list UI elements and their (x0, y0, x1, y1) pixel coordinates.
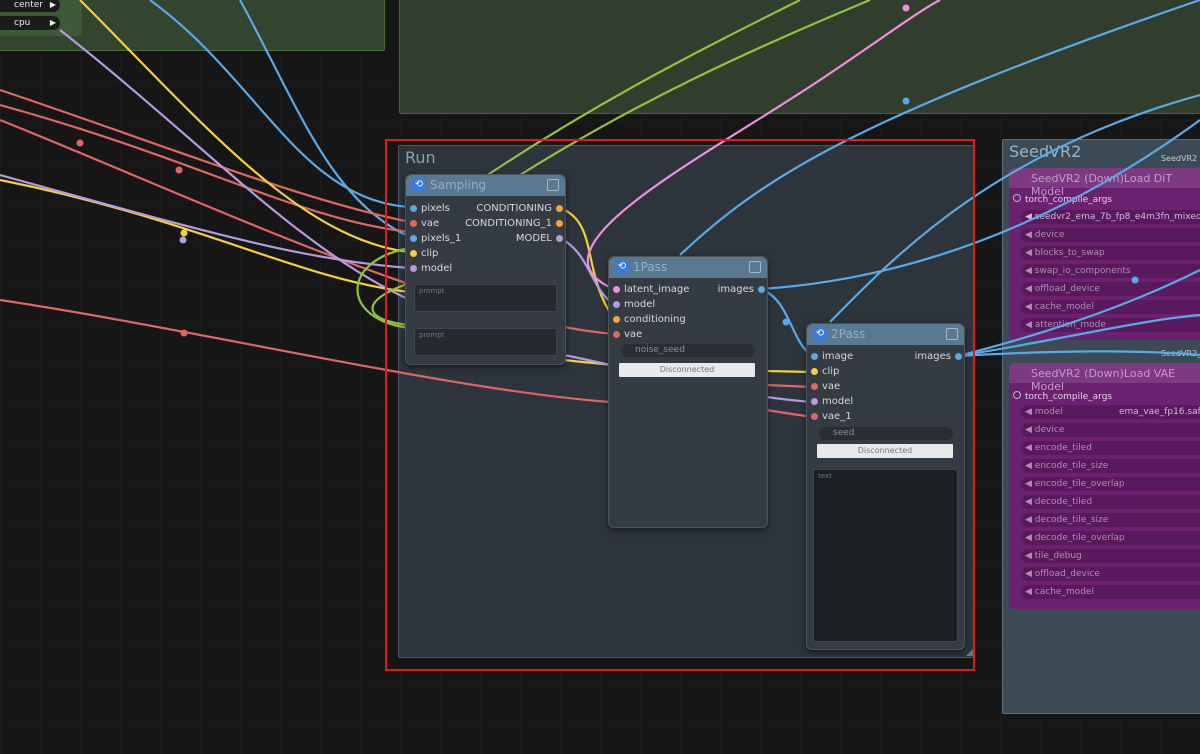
pass1-disconnected-status: Disconnected (619, 363, 755, 377)
pass1-output-images[interactable]: images (718, 284, 765, 296)
sampling-node[interactable]: ⟲ Sampling pixels vae pixels_1 clip mode… (405, 174, 566, 365)
pass2-output-images[interactable]: images (915, 351, 962, 363)
subgraph-icon: ⟲ (813, 327, 827, 341)
pass1-input-latent-image[interactable]: latent_image (613, 284, 689, 296)
sampling-output-conditioning[interactable]: CONDITIONING (476, 203, 563, 215)
pass1-node[interactable]: ⟲ 1Pass latent_image model conditioning … (608, 256, 768, 528)
slot-label: image (822, 351, 854, 362)
text-textarea[interactable]: text (813, 469, 958, 642)
slot-label: images (914, 351, 951, 362)
pass2-header[interactable]: ⟲ 2Pass (807, 324, 964, 345)
pass2-node[interactable]: ⟲ 2Pass image clip vae model vae_1 image… (806, 323, 965, 650)
slot-label: model (624, 299, 656, 310)
slot-label: MODEL (515, 233, 552, 244)
pass2-input-vae[interactable]: vae (811, 381, 840, 393)
link-red (0, 103, 411, 234)
link-blue (149, 0, 411, 209)
slot-label: clip (822, 366, 840, 377)
slot-label: CONDITIONING_1 (465, 218, 552, 229)
slot-label: vae (624, 329, 643, 340)
expand-icon[interactable] (749, 261, 761, 273)
sampling-input-model[interactable]: model (410, 263, 452, 275)
slot-label: pixels (421, 203, 450, 214)
sampling-input-pixels1[interactable]: pixels_1 (410, 233, 461, 245)
pass2-title: 2Pass (831, 327, 866, 341)
sampling-output-conditioning1[interactable]: CONDITIONING_1 (465, 218, 563, 230)
slot-label: model (421, 263, 453, 274)
link-blue (957, 350, 1200, 358)
pass2-input-image[interactable]: image (811, 351, 853, 363)
slot-label: vae (421, 218, 440, 229)
slot-label: model (822, 396, 854, 407)
link-yellow (0, 178, 411, 294)
sampling-input-clip[interactable]: clip (410, 248, 438, 260)
prompt-textarea[interactable]: prompt (414, 328, 557, 356)
link-lavender (59, 29, 411, 302)
subgraph-icon: ⟲ (412, 178, 426, 192)
pass1-header[interactable]: ⟲ 1Pass (609, 257, 767, 278)
slot-label: pixels_1 (421, 233, 462, 244)
subgraph-icon: ⟲ (615, 260, 629, 274)
slot-label: vae (822, 381, 841, 392)
prompt-textarea[interactable]: prompt (414, 284, 557, 312)
pass1-input-model[interactable]: model (613, 299, 655, 311)
link-blue (957, 269, 1200, 358)
expand-icon[interactable] (946, 328, 958, 340)
sampling-title: Sampling (430, 178, 487, 192)
slot-label: CONDITIONING (476, 203, 552, 214)
noise-seed-widget[interactable]: noise_seed (621, 344, 755, 357)
sampling-input-pixels[interactable]: pixels (410, 203, 450, 215)
pass2-disconnected-status: Disconnected (817, 444, 953, 458)
pass2-input-model[interactable]: model (811, 396, 853, 408)
seed-widget[interactable]: seed (819, 427, 953, 440)
sampling-header[interactable]: ⟲ Sampling (406, 175, 565, 196)
pass2-input-vae1[interactable]: vae_1 (811, 411, 852, 423)
pass1-input-conditioning[interactable]: conditioning (613, 314, 686, 326)
expand-icon[interactable] (547, 179, 559, 191)
link-red (0, 88, 411, 224)
slot-label: clip (421, 248, 439, 259)
slot-label: vae_1 (822, 411, 852, 422)
pass1-title: 1Pass (633, 260, 668, 274)
sampling-output-model[interactable]: MODEL (516, 233, 563, 245)
pass1-input-vae[interactable]: vae (613, 329, 642, 341)
slot-label: conditioning (624, 314, 686, 325)
link-yellow (79, 0, 411, 254)
slot-label: images (717, 284, 754, 295)
sampling-input-vae[interactable]: vae (410, 218, 439, 230)
slot-label: latent_image (624, 284, 690, 295)
pass2-input-clip[interactable]: clip (811, 366, 839, 378)
